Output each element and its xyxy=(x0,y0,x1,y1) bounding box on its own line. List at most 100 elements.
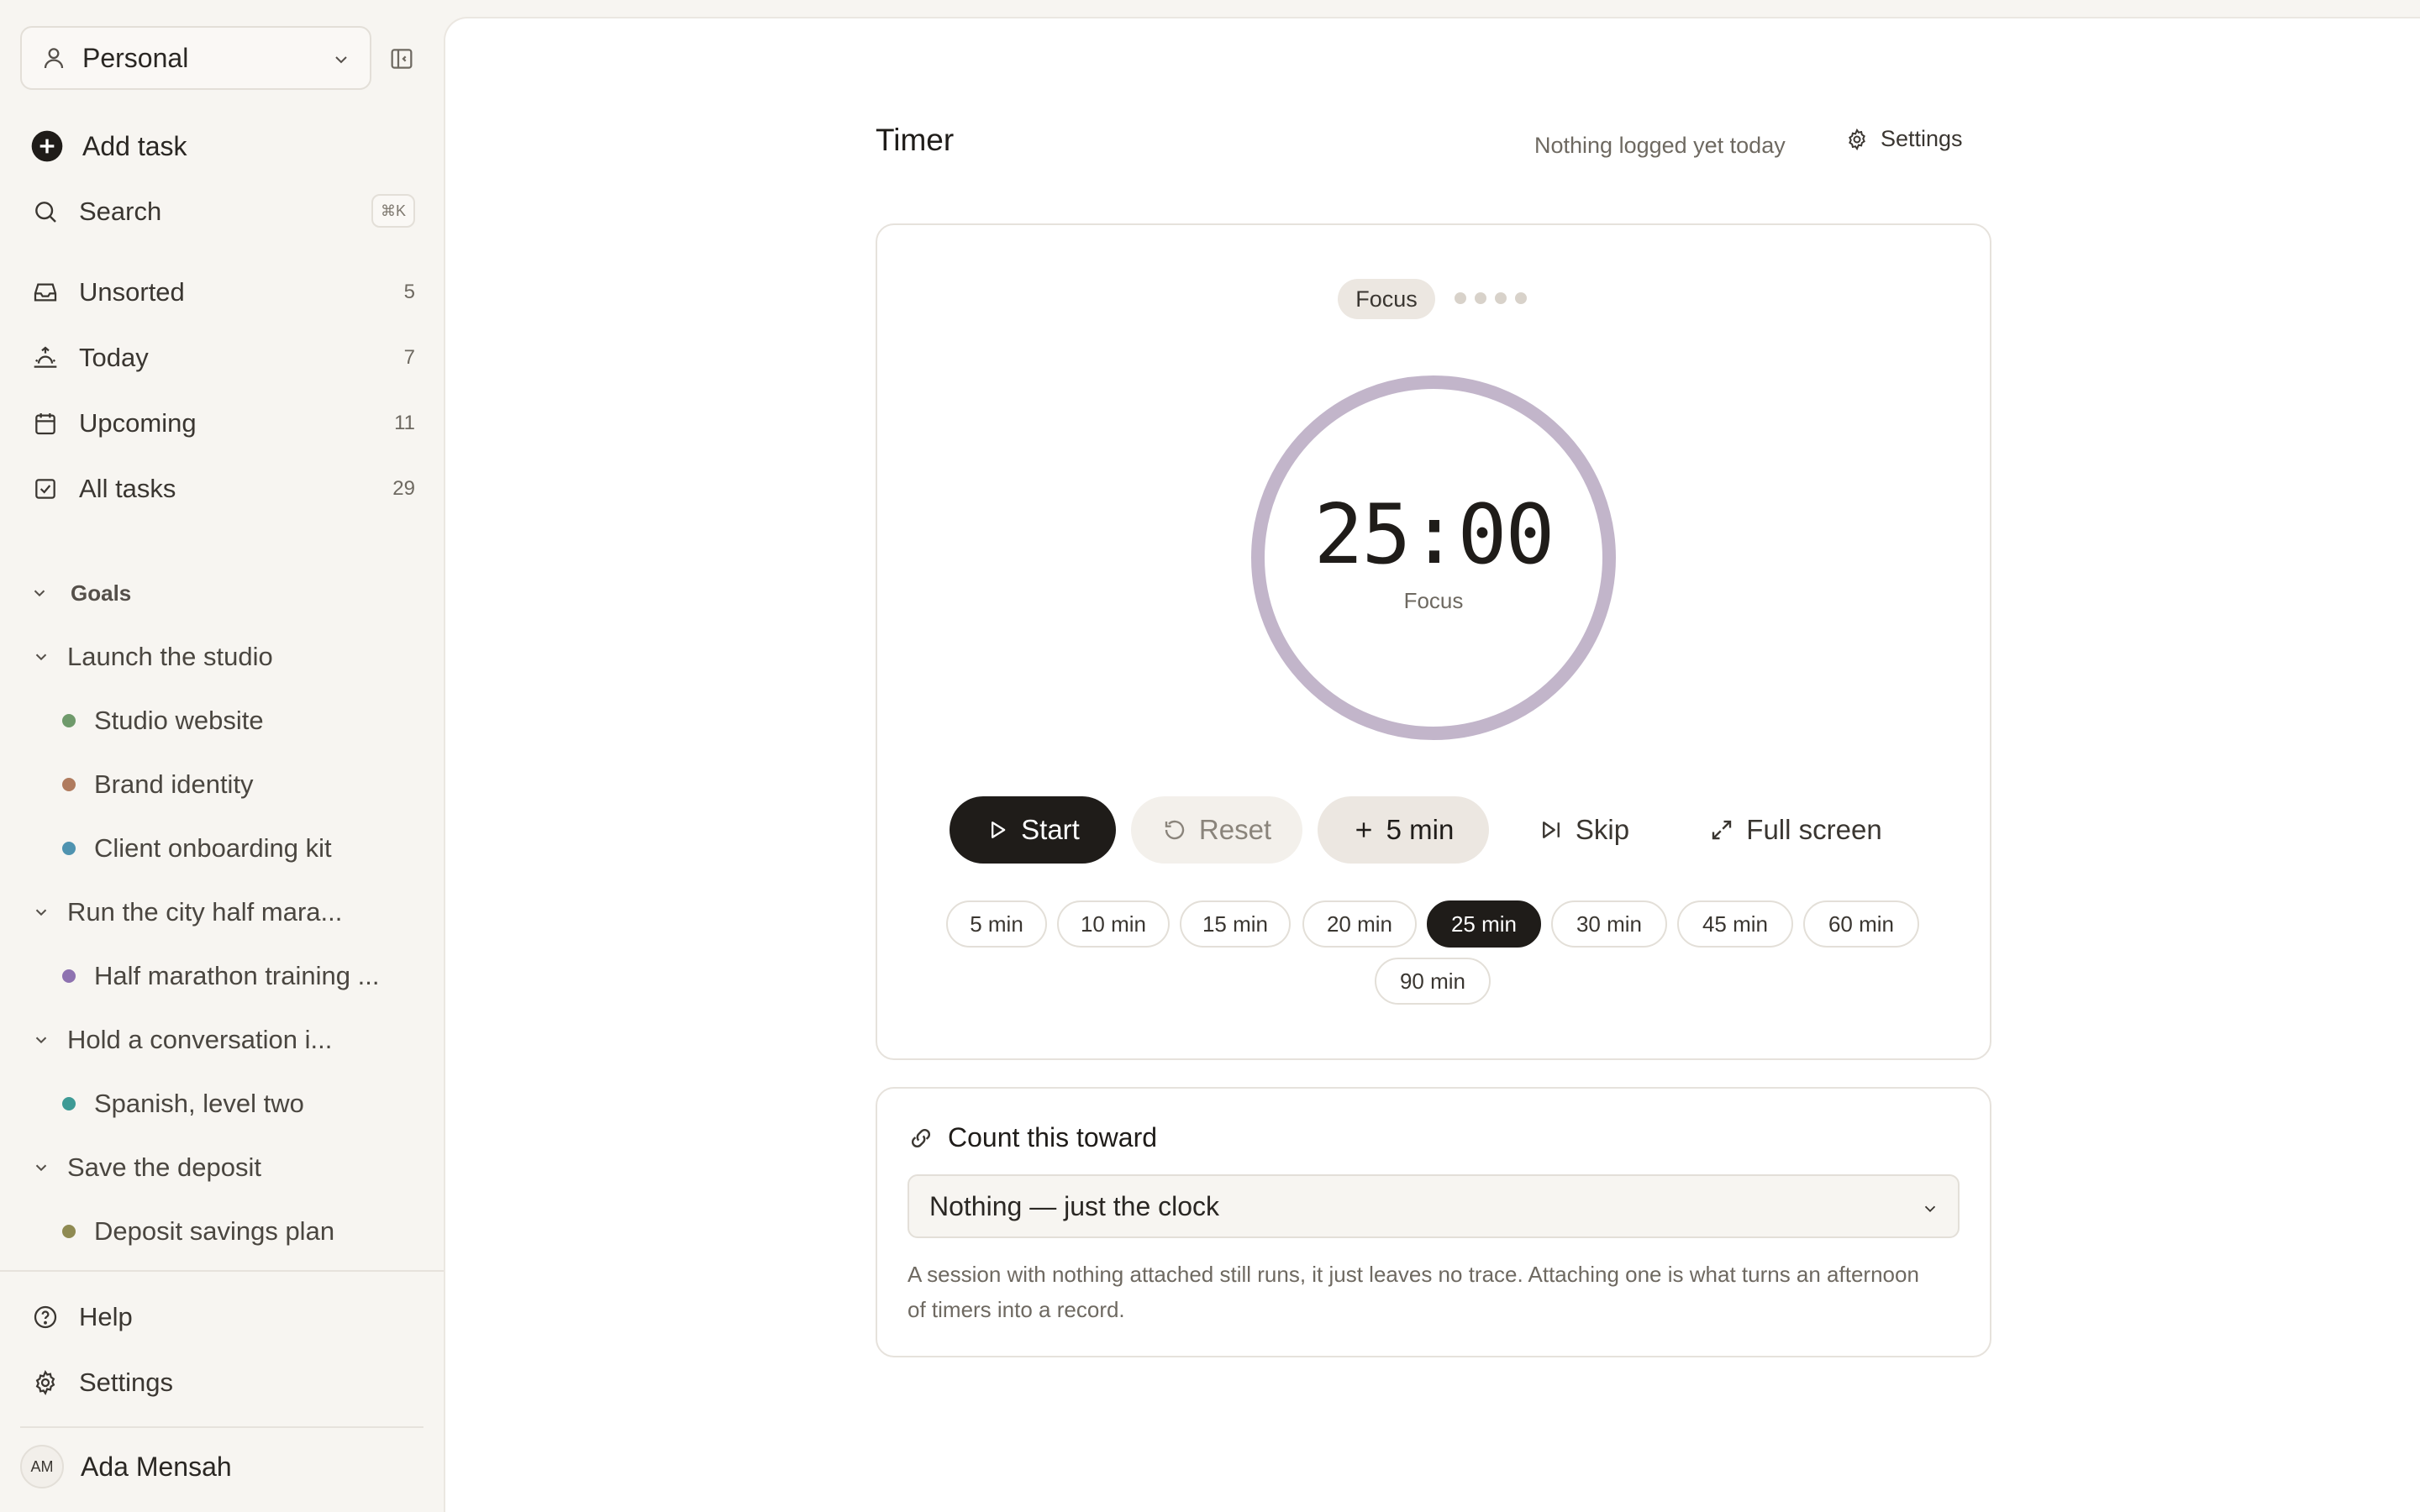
goal-item[interactable]: Launch the studio xyxy=(32,633,418,680)
project-item[interactable]: Half marathon training ... xyxy=(62,953,415,1000)
start-button[interactable]: Start xyxy=(950,796,1116,864)
search-icon xyxy=(32,198,59,225)
skip-label: Skip xyxy=(1575,814,1630,845)
select-value: Nothing — just the clock xyxy=(929,1190,1220,1221)
reset-button[interactable]: Reset xyxy=(1131,796,1302,864)
sidebar-item-label: Unsorted xyxy=(79,277,185,307)
duration-chip[interactable]: 90 min xyxy=(1375,958,1491,1005)
chevron-down-icon xyxy=(32,648,50,666)
sidebar-item-count: 11 xyxy=(394,412,415,434)
workspace-switcher[interactable]: Personal xyxy=(20,26,371,90)
timer-mode-label: Focus xyxy=(1403,588,1464,613)
duration-chip[interactable]: 20 min xyxy=(1302,900,1417,948)
add-task-button[interactable]: Add task xyxy=(20,121,415,171)
sidebar-item-label: Upcoming xyxy=(79,408,197,438)
sidebar-divider xyxy=(0,1270,444,1272)
project-item[interactable]: Spanish, level two xyxy=(62,1080,415,1127)
sidebar-collapse-icon[interactable] xyxy=(388,45,415,72)
sidebar-item-upcoming[interactable]: Upcoming 11 xyxy=(20,398,415,449)
goal-label: Run the city half mara... xyxy=(67,897,343,927)
skip-icon xyxy=(1539,817,1564,843)
reset-label: Reset xyxy=(1198,814,1272,845)
fullscreen-button[interactable]: Full screen xyxy=(1694,796,1897,864)
sunrise-icon xyxy=(32,344,59,371)
sidebar: Personal Add task Search ⌘K Unsorted 5 T… xyxy=(0,0,444,1512)
duration-chip-selected[interactable]: 25 min xyxy=(1427,900,1541,948)
sidebar-item-all-tasks[interactable]: All tasks 29 xyxy=(20,464,415,514)
project-color-dot xyxy=(62,1225,76,1238)
link-target-select[interactable]: Nothing — just the clock xyxy=(908,1174,1960,1238)
chevron-down-icon xyxy=(32,1158,50,1177)
plus-circle-icon xyxy=(30,129,64,163)
sidebar-divider xyxy=(20,1426,424,1428)
project-label: Deposit savings plan xyxy=(94,1216,335,1246)
sidebar-item-count: 7 xyxy=(403,346,415,369)
duration-chip[interactable]: 45 min xyxy=(1677,900,1793,948)
project-item[interactable]: Client onboarding kit xyxy=(62,825,415,872)
project-label: Brand identity xyxy=(94,769,254,799)
goals-section-toggle[interactable]: Goals xyxy=(30,576,131,610)
duration-chip[interactable]: 30 min xyxy=(1551,900,1667,948)
reset-icon xyxy=(1162,817,1187,843)
settings-label: Settings xyxy=(1881,126,1963,151)
gear-icon xyxy=(1845,128,1869,151)
user-menu[interactable]: AM Ada Mensah xyxy=(20,1441,232,1492)
calendar-icon xyxy=(32,410,59,437)
sidebar-item-label: Today xyxy=(79,343,149,372)
project-item[interactable]: Studio website xyxy=(62,697,415,744)
project-label: Client onboarding kit xyxy=(94,833,332,863)
project-color-dot xyxy=(62,1097,76,1110)
goal-label: Launch the studio xyxy=(67,642,273,671)
logged-status: Nothing logged yet today xyxy=(1534,133,1786,158)
project-item[interactable]: Brand identity xyxy=(62,761,415,808)
project-label: Half marathon training ... xyxy=(94,961,380,990)
search-button[interactable]: Search ⌘K xyxy=(20,186,415,237)
project-item[interactable]: Deposit savings plan xyxy=(62,1208,415,1255)
goal-label: Hold a conversation i... xyxy=(67,1025,333,1054)
goal-item[interactable]: Hold a conversation i... xyxy=(32,1016,418,1063)
user-name: Ada Mensah xyxy=(81,1451,232,1482)
person-icon xyxy=(40,45,67,71)
chevron-down-icon xyxy=(32,903,50,921)
chevron-down-icon xyxy=(32,1031,50,1049)
sidebar-settings-button[interactable]: Settings xyxy=(20,1357,415,1408)
play-icon xyxy=(986,818,1009,842)
goal-label: Save the deposit xyxy=(67,1152,261,1182)
settings-label: Settings xyxy=(79,1368,174,1397)
inbox-icon xyxy=(32,279,59,306)
link-icon xyxy=(908,1125,934,1152)
timer-settings-button[interactable]: Settings xyxy=(1845,126,1963,152)
sidebar-item-unsorted[interactable]: Unsorted 5 xyxy=(20,267,415,318)
page-title: Timer xyxy=(876,123,955,157)
gear-icon xyxy=(32,1369,59,1396)
duration-chip[interactable]: 5 min xyxy=(946,900,1047,948)
project-label: Studio website xyxy=(94,706,264,735)
link-hint-text: A session with nothing attached still ru… xyxy=(908,1262,1919,1322)
search-shortcut: ⌘K xyxy=(371,194,415,228)
sidebar-item-label: All tasks xyxy=(79,474,176,503)
project-color-dot xyxy=(62,778,76,791)
project-color-dot xyxy=(62,714,76,727)
chevron-down-icon xyxy=(1921,1200,1939,1218)
workspace-label: Personal xyxy=(82,42,189,73)
duration-chip[interactable]: 60 min xyxy=(1803,900,1919,948)
add-time-button[interactable]: 5 min xyxy=(1318,796,1489,864)
skip-button[interactable]: Skip xyxy=(1521,796,1647,864)
chevron-down-icon xyxy=(30,584,49,602)
time-remaining: 25:00 xyxy=(1313,487,1555,583)
duration-chip[interactable]: 10 min xyxy=(1057,900,1170,948)
chevron-down-icon xyxy=(331,50,351,70)
plus-icon xyxy=(1353,819,1375,841)
search-label: Search xyxy=(79,197,162,226)
checkbox-icon xyxy=(32,475,59,502)
session-dot xyxy=(1455,292,1466,304)
mode-badge: Focus xyxy=(1338,279,1435,319)
sidebar-item-count: 5 xyxy=(403,281,415,303)
goal-item[interactable]: Run the city half mara... xyxy=(32,889,418,936)
fullscreen-label: Full screen xyxy=(1746,814,1882,845)
goal-item[interactable]: Save the deposit xyxy=(32,1144,418,1191)
help-button[interactable]: Help xyxy=(20,1292,415,1342)
link-section-title: Count this toward xyxy=(908,1122,1157,1153)
duration-chip[interactable]: 15 min xyxy=(1180,900,1291,948)
sidebar-item-today[interactable]: Today 7 xyxy=(20,333,415,383)
